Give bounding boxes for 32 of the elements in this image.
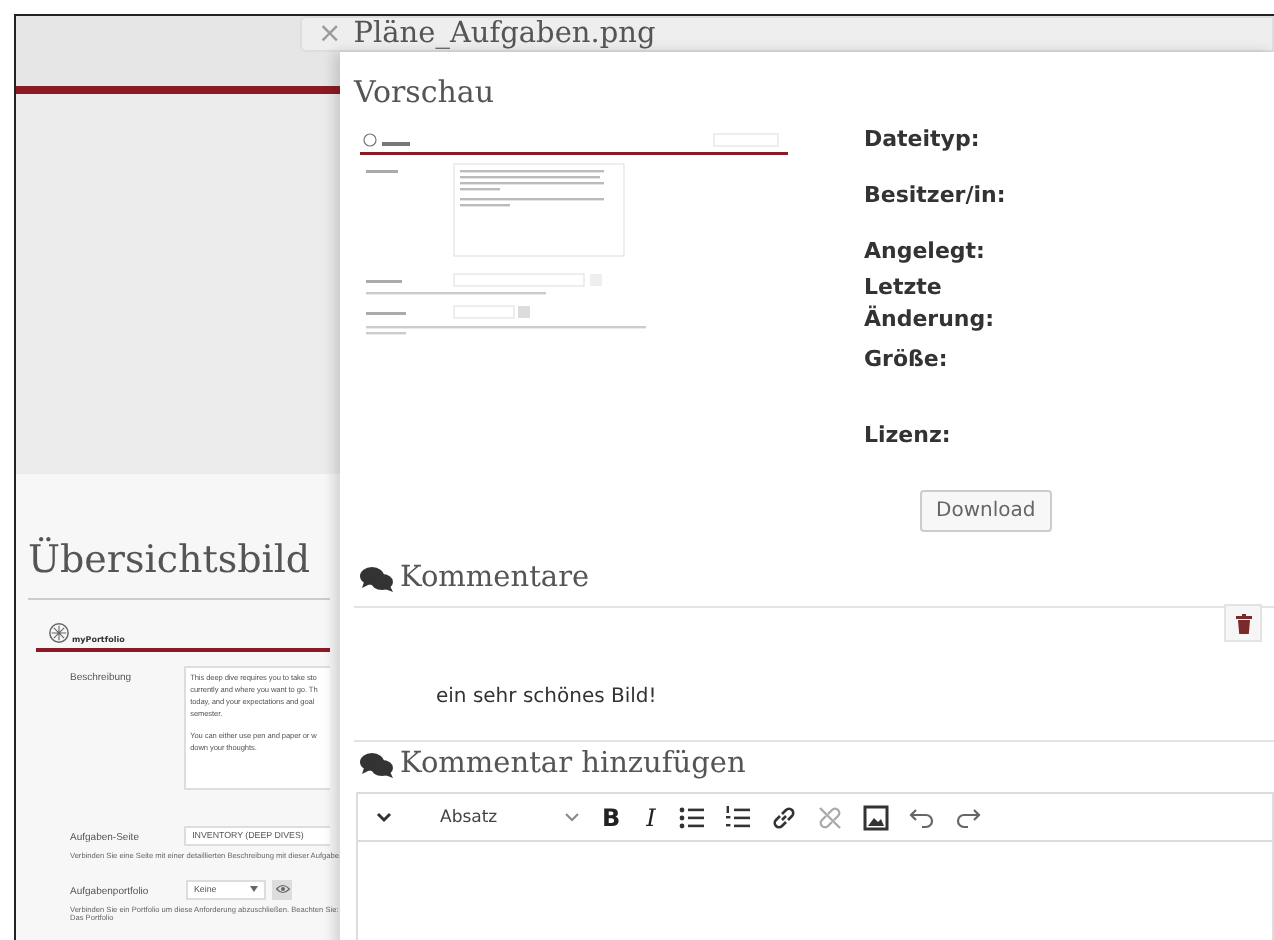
undo-icon[interactable] [907,803,936,831]
format-select[interactable]: Absatz [416,807,580,827]
trash-icon [1235,613,1251,633]
eye-icon [275,884,289,894]
page-heading: Übersichtsbild [28,538,311,582]
detail-label: Besitzer/in: [864,180,1008,212]
redo-icon[interactable] [953,803,982,831]
view-button[interactable] [272,879,292,899]
detail-label: Größe: [864,344,950,376]
comments-icon [360,751,394,777]
delete-button[interactable] [1224,604,1262,642]
italic-button[interactable]: I [642,803,660,831]
detail-label: Letzte Änderung: [864,272,997,336]
comments-icon [360,565,394,591]
comments-heading: Kommentare [400,562,590,594]
detail-label: Angelegt: [864,236,987,268]
bold-button[interactable]: B [598,803,625,831]
download-button[interactable]: Download [920,490,1052,532]
preview-heading: Vorschau [354,74,497,110]
chevron-down-icon [564,812,580,822]
detail-label: Lizenz: [864,420,953,452]
caret-down-icon [250,886,258,892]
bullet-list-icon[interactable] [677,803,706,831]
link-icon[interactable] [769,803,798,831]
add-comment-heading: Kommentar hinzufügen [400,748,746,780]
dialog-title: Pläne_Aufgaben.png [353,18,656,50]
detail-label: Dateityp: [864,124,982,156]
logo-icon [48,622,70,644]
comment-text: ein sehr schönes Bild! [436,685,657,707]
numbered-list-icon[interactable] [723,803,752,831]
comment-editor[interactable]: Absatz B I [356,792,1274,940]
image-icon[interactable] [861,803,890,831]
